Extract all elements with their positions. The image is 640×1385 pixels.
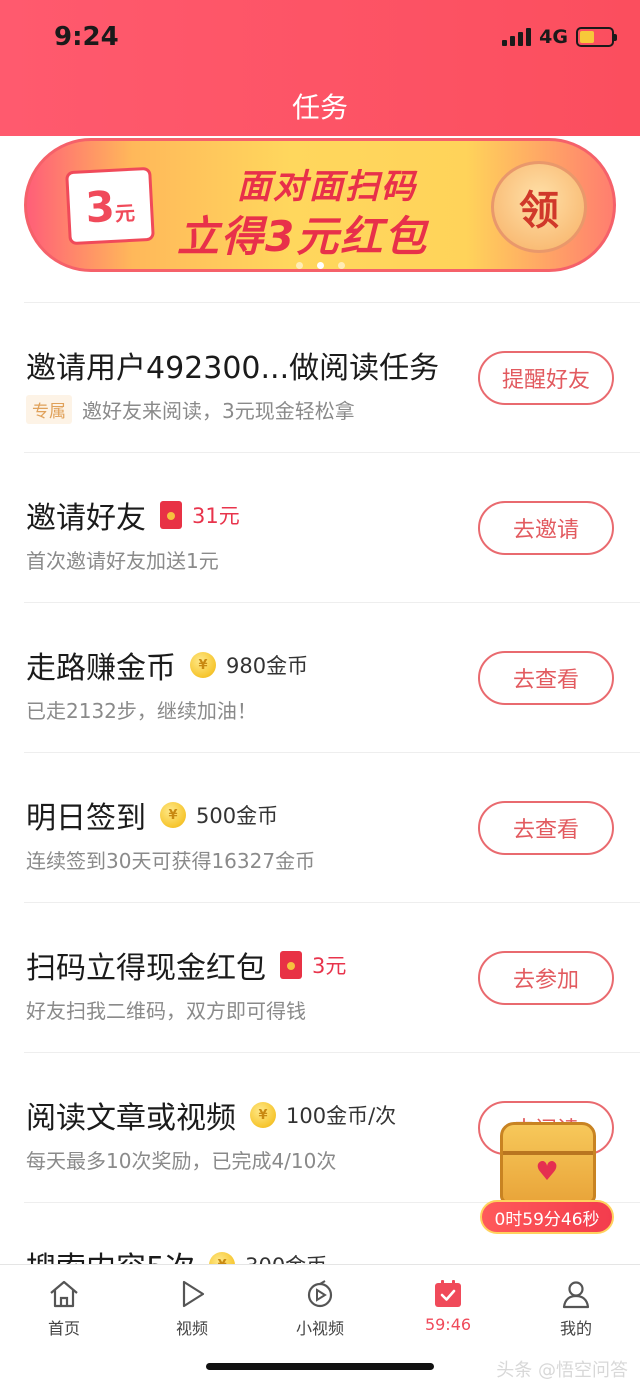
- carousel-dot[interactable]: [295, 262, 303, 269]
- task-subtitle: 每天最多10次奖励，已完成4/10次: [26, 1149, 337, 1173]
- status-time: 9:24: [54, 22, 119, 52]
- task-title: 阅读文章或视频: [26, 1101, 236, 1136]
- tab-video[interactable]: 视频: [142, 1277, 242, 1339]
- coin-icon: ¥: [250, 1102, 276, 1128]
- carousel-indicator: [24, 262, 616, 269]
- battery-icon: [576, 27, 617, 47]
- task-title: 明日签到: [26, 801, 146, 836]
- heart-icon: ♥: [535, 1157, 559, 1187]
- exclusive-tag: 专属: [26, 395, 72, 424]
- network-type: 4G: [539, 26, 568, 48]
- banner-subheadline: 立得3元红包: [177, 212, 429, 261]
- view-button[interactable]: 去查看: [478, 651, 614, 705]
- treasure-chest-widget[interactable]: ♥ 0时59分46秒: [480, 1118, 614, 1236]
- task-reward: ¥ 980金币: [190, 650, 308, 680]
- task-reward: 3元: [280, 950, 346, 980]
- home-icon: [46, 1277, 82, 1311]
- carousel-dot-active[interactable]: [316, 262, 324, 269]
- countdown-timer: 0时59分46秒: [480, 1200, 614, 1234]
- task-title: 扫码立得现金红包: [26, 951, 266, 986]
- task-subtitle: 首次邀请好友加送1元: [26, 549, 219, 573]
- signal-icon: [502, 28, 532, 46]
- watermark: 头条 @悟空问答: [496, 1360, 628, 1381]
- task-reward: 31元: [160, 500, 240, 530]
- tab-checkin-timer[interactable]: 59:46: [398, 1277, 498, 1334]
- red-envelope-icon: [280, 951, 302, 979]
- task-reward: ¥ 500金币: [160, 800, 278, 830]
- banner-carousel[interactable]: 3 元 面对面扫码 立得3元红包 领: [24, 138, 616, 278]
- banner-headline: 面对面扫码: [237, 167, 417, 207]
- red-envelope-icon: [160, 501, 182, 529]
- remind-friend-button[interactable]: 提醒好友: [478, 351, 614, 405]
- task-subtitle: 邀好友来阅读，3元现金轻松拿: [82, 399, 355, 423]
- task-subtitle: 连续签到30天可获得16327金币: [26, 849, 316, 873]
- promo-banner[interactable]: 3 元 面对面扫码 立得3元红包 领: [24, 138, 616, 272]
- coin-icon: ¥: [190, 652, 216, 678]
- task-row: 邀请好友 31元 首次邀请好友加送1元 去邀请: [24, 452, 640, 602]
- task-subtitle: 已走2132步，继续加油！: [26, 699, 257, 723]
- status-indicators: 4G: [502, 26, 617, 48]
- view-button[interactable]: 去查看: [478, 801, 614, 855]
- task-title: 走路赚金币: [26, 651, 176, 686]
- task-subtitle: 好友扫我二维码，双方即可得钱: [26, 999, 306, 1023]
- task-title: 邀请用户492300...做阅读任务: [26, 351, 440, 386]
- task-reward: ¥ 100金币/次: [250, 1100, 396, 1130]
- page-title: 任务: [291, 91, 348, 124]
- join-button[interactable]: 去参加: [478, 951, 614, 1005]
- task-row: 邀请用户492300...做阅读任务 专属 邀好友来阅读，3元现金轻松拿 提醒好…: [24, 302, 640, 452]
- coin-icon: ¥: [160, 802, 186, 828]
- home-indicator[interactable]: [206, 1363, 434, 1370]
- carousel-dot[interactable]: [337, 262, 345, 269]
- task-row: 走路赚金币 ¥ 980金币 已走2132步，继续加油！ 去查看: [24, 602, 640, 752]
- tab-mini-video[interactable]: 小视频: [270, 1277, 370, 1339]
- play-icon: [174, 1277, 210, 1311]
- mini-video-icon: [302, 1277, 338, 1311]
- red-packet-ticket-icon: 3 元: [65, 166, 155, 246]
- tab-profile[interactable]: 我的: [526, 1277, 626, 1339]
- claim-button[interactable]: 领: [491, 161, 587, 253]
- header: 9:24 4G 任务: [0, 0, 640, 136]
- calendar-check-icon: [430, 1277, 466, 1311]
- task-title: 邀请好友: [26, 501, 146, 536]
- task-row: 扫码立得现金红包 3元 好友扫我二维码，双方即可得钱 去参加: [24, 902, 640, 1052]
- treasure-chest-icon[interactable]: ♥: [500, 1122, 596, 1204]
- task-row: 明日签到 ¥ 500金币 连续签到30天可获得16327金币 去查看: [24, 752, 640, 902]
- user-icon: [558, 1277, 594, 1311]
- tab-home[interactable]: 首页: [14, 1277, 114, 1339]
- invite-button[interactable]: 去邀请: [478, 501, 614, 555]
